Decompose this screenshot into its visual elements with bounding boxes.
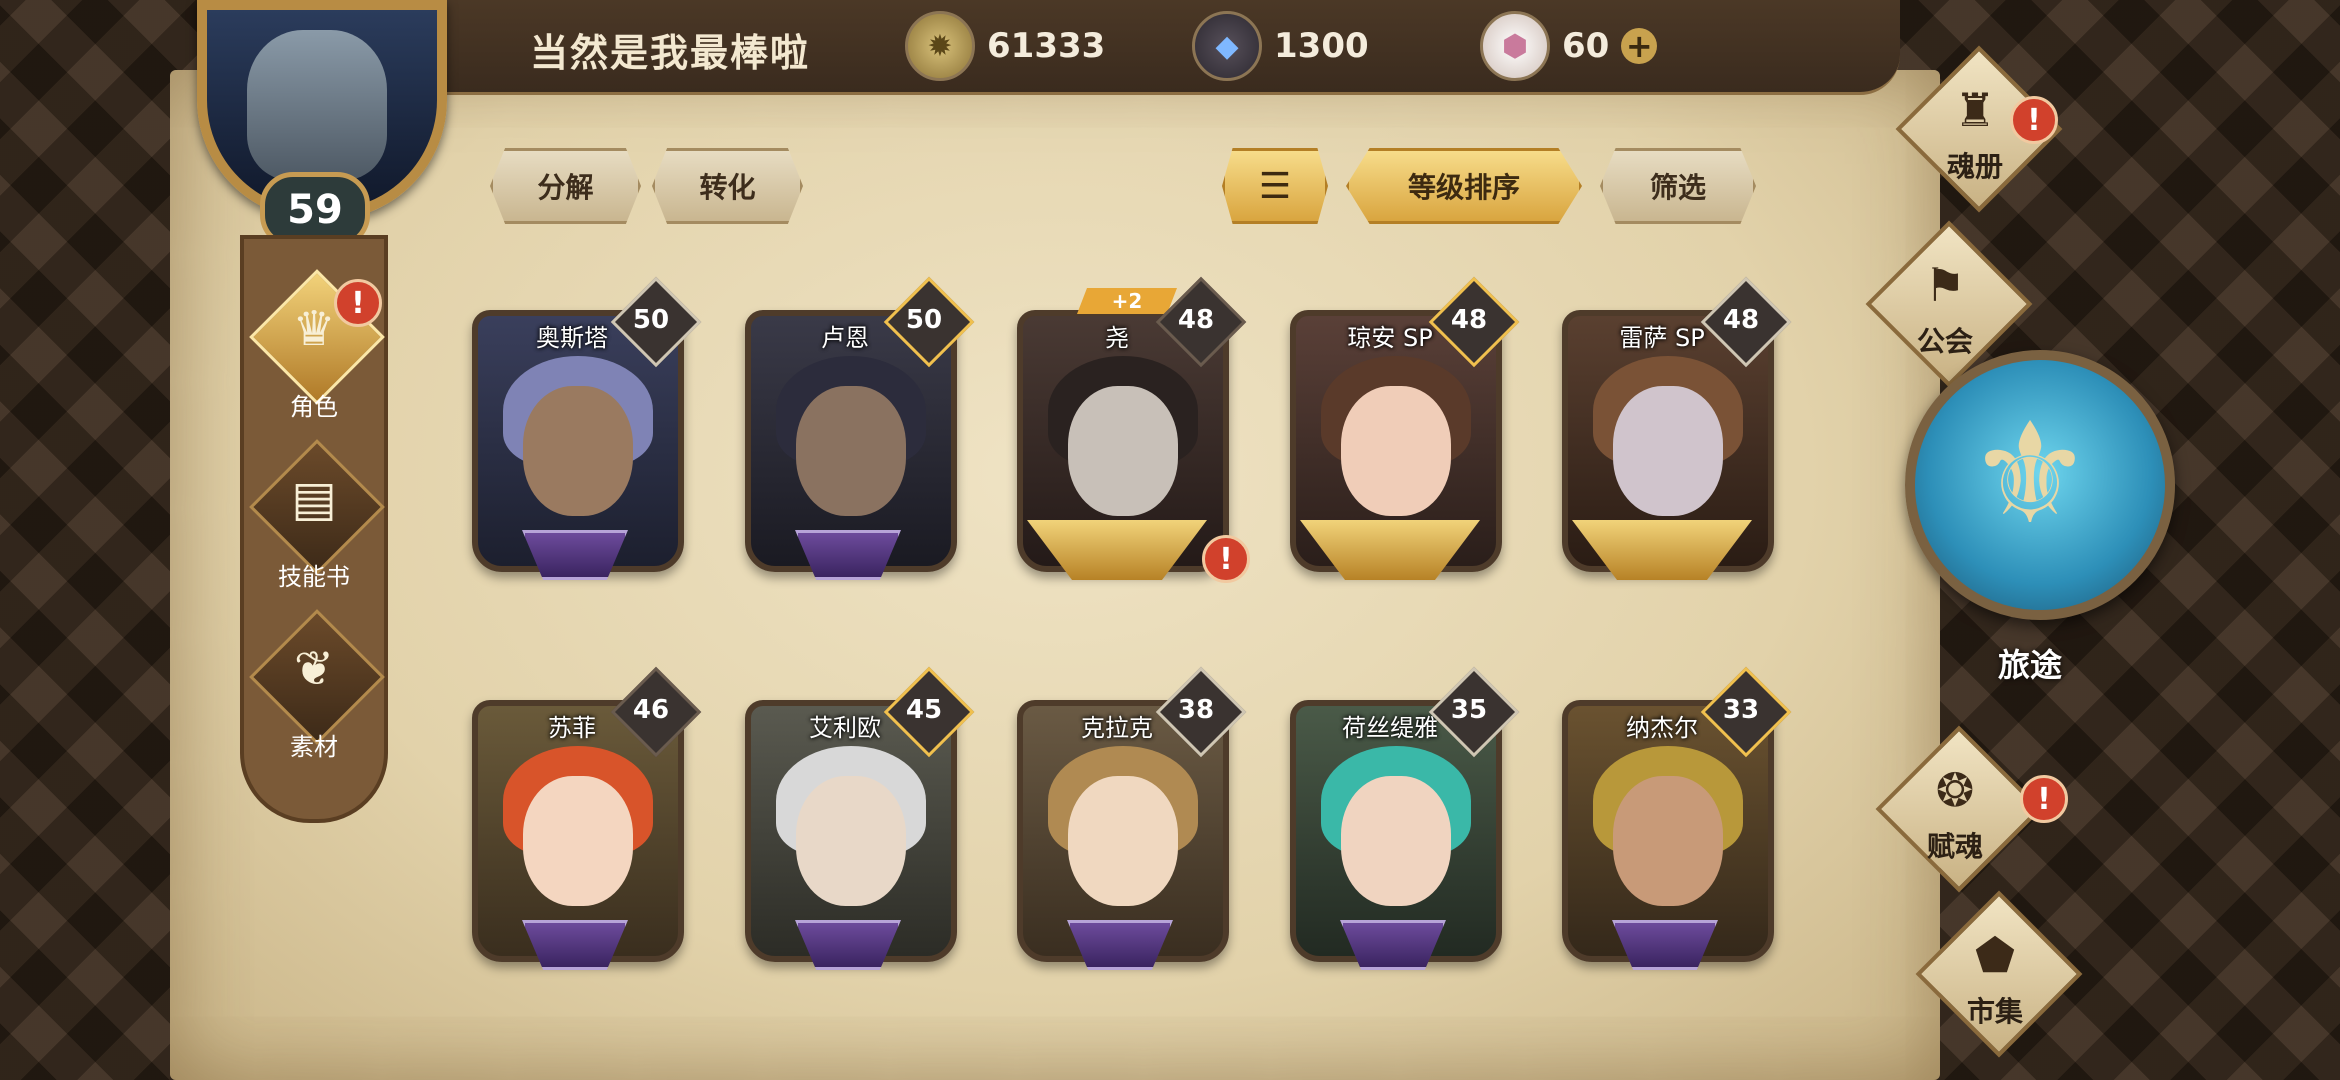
flag-icon: ⚑	[1924, 258, 1966, 312]
crystal-resource[interactable]: ◆ 1300	[1192, 11, 1369, 81]
hero-level: 50	[632, 305, 670, 335]
sort-order-button[interactable]: ☰	[1222, 148, 1328, 224]
hero-card[interactable]: +2 尧 48 !	[1007, 276, 1250, 583]
gem-resource[interactable]: ⬢ 60 +	[1480, 11, 1658, 81]
hero-face	[796, 386, 906, 516]
hero-face	[1068, 776, 1178, 906]
hero-card[interactable]: 苏菲 46	[462, 666, 702, 970]
sort-icon: ☰	[1258, 165, 1292, 207]
soul-book-icon: ♜	[1954, 83, 1996, 137]
crystal-icon: ◆	[1192, 11, 1262, 81]
sidebar-item-label: 角色	[290, 393, 338, 421]
hero-face	[796, 776, 906, 906]
player-avatar[interactable]: 59	[175, 0, 455, 248]
hero-level: 48	[1722, 305, 1760, 335]
left-sidebar: ♛ 角色 ! ▤ 技能书 ❦ 素材	[240, 235, 388, 823]
gem-value: 60	[1562, 26, 1610, 66]
market-button[interactable]: ⬟ 市集	[1900, 890, 2090, 1058]
hero-level: 33	[1722, 695, 1760, 725]
endow-soul-label: 赋魂	[1926, 830, 1983, 863]
soul-book-label: 魂册	[1946, 150, 2003, 183]
swirl-icon: ❂	[1935, 763, 1975, 817]
hero-card[interactable]: 荷丝缇雅 35	[1280, 666, 1520, 970]
hero-level: 50	[905, 305, 943, 335]
hero-card[interactable]: 琼安 SP 48	[1280, 276, 1520, 580]
material-icon: ❦	[293, 641, 335, 697]
book-icon: ▤	[291, 471, 337, 527]
journey-label: 旅途	[1997, 646, 2062, 684]
hero-level: 48	[1177, 305, 1215, 335]
hero-level: 48	[1450, 305, 1488, 335]
add-gem-icon[interactable]: +	[1621, 27, 1658, 65]
avatar-face	[247, 30, 387, 180]
alert-icon: !	[2010, 96, 2058, 144]
coin-icon: ✹	[905, 11, 975, 81]
soul-book-button[interactable]: ♜ 魂册 !	[1880, 45, 2070, 213]
alert-icon: !	[2020, 775, 2068, 823]
convert-button[interactable]: 转化	[652, 148, 803, 224]
filter-button[interactable]: 筛选	[1600, 148, 1756, 224]
gem-icon: ⬢	[1480, 11, 1550, 81]
bonus-badge: +2	[1077, 288, 1177, 314]
hero-level: 46	[632, 695, 670, 725]
hero-level: 38	[1177, 695, 1215, 725]
hero-face	[1341, 776, 1451, 906]
journey-button[interactable]: ⚜ 旅途	[1905, 350, 2175, 710]
decompose-button[interactable]: 分解	[490, 148, 641, 224]
hero-card[interactable]: 克拉克 38	[1007, 666, 1247, 970]
hero-face	[1613, 386, 1723, 516]
market-label: 市集	[1966, 995, 2023, 1028]
sidebar-item-character[interactable]: ♛ 角色 !	[244, 269, 385, 429]
gem-market-icon: ⬟	[1975, 928, 2015, 982]
sort-level-button[interactable]: 等级排序	[1346, 148, 1582, 224]
player-name: 当然是我最棒啦	[530, 31, 811, 75]
alert-icon: !	[334, 279, 382, 327]
hero-face	[1613, 776, 1723, 906]
coin-resource[interactable]: ✹ 61333	[905, 11, 1106, 81]
sidebar-item-skillbook[interactable]: ▤ 技能书	[244, 439, 385, 599]
crystal-value: 1300	[1274, 26, 1369, 66]
hero-face	[1341, 386, 1451, 516]
hero-card[interactable]: 艾利欧 45	[735, 666, 975, 970]
hero-card[interactable]: 奥斯塔 50	[462, 276, 702, 580]
hero-level: 35	[1450, 695, 1488, 725]
hero-card[interactable]: 纳杰尔 33	[1552, 666, 1792, 970]
hero-face	[523, 776, 633, 906]
sidebar-item-label: 素材	[290, 733, 338, 761]
sidebar-item-label: 技能书	[278, 563, 350, 591]
coin-value: 61333	[987, 26, 1106, 66]
alert-icon: !	[1202, 535, 1250, 583]
hero-card[interactable]: 雷萨 SP 48	[1552, 276, 1792, 580]
sidebar-item-material[interactable]: ❦ 素材	[244, 609, 385, 769]
endow-soul-button[interactable]: ❂ 赋魂 !	[1860, 725, 2068, 893]
hero-face	[1068, 386, 1178, 516]
hero-face	[523, 386, 633, 516]
hero-level: 45	[905, 695, 943, 725]
hero-card[interactable]: 卢恩 50	[735, 276, 975, 580]
trident-icon: ⚜	[1967, 393, 2093, 556]
